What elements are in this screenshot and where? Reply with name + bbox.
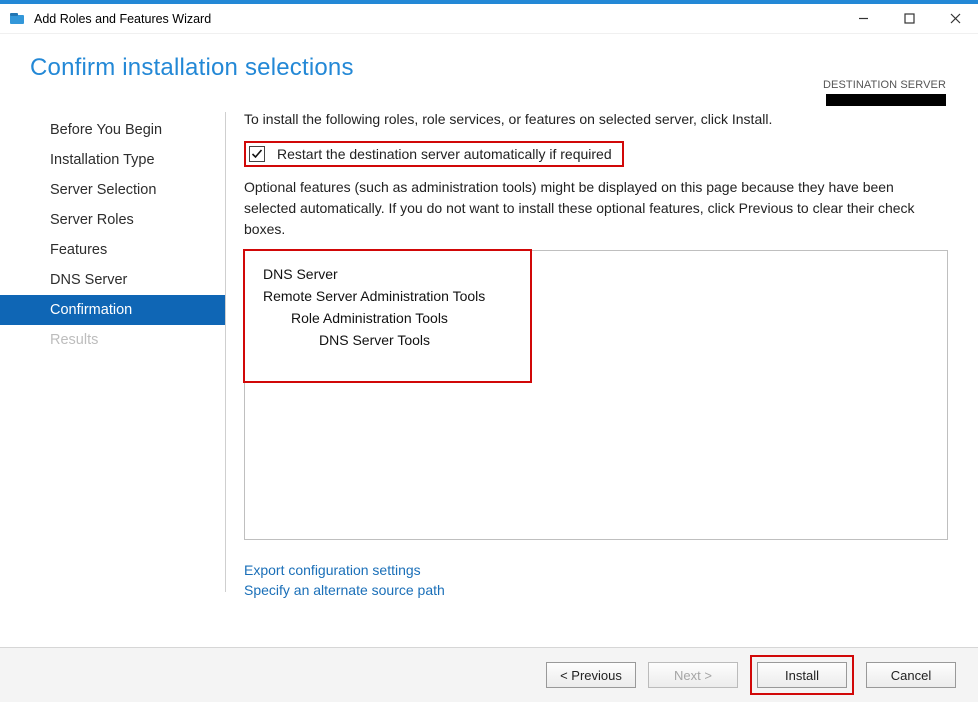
- wizard-footer: < Previous Next > Install Cancel: [0, 647, 978, 702]
- restart-checkbox-label: Restart the destination server automatic…: [277, 146, 612, 162]
- feature-item: Role Administration Tools: [263, 307, 947, 329]
- sidebar-item-dns-server[interactable]: DNS Server: [0, 265, 225, 295]
- selected-features-box: DNS Server Remote Server Administration …: [244, 250, 948, 540]
- restart-checkbox-row[interactable]: Restart the destination server automatic…: [244, 141, 624, 167]
- check-icon: [251, 148, 263, 160]
- sidebar-item-installation-type[interactable]: Installation Type: [0, 145, 225, 175]
- alternate-source-link[interactable]: Specify an alternate source path: [244, 580, 948, 600]
- restart-checkbox[interactable]: [249, 146, 265, 162]
- instruction-text: To install the following roles, role ser…: [244, 111, 948, 127]
- feature-item: Remote Server Administration Tools: [263, 285, 947, 307]
- sidebar-item-confirmation[interactable]: Confirmation: [0, 295, 225, 325]
- destination-server-label: DESTINATION SERVER: [823, 79, 946, 91]
- sidebar-item-results: Results: [0, 325, 225, 355]
- sidebar-item-server-selection[interactable]: Server Selection: [0, 175, 225, 205]
- close-button[interactable]: [932, 4, 978, 34]
- destination-server-block: DESTINATION SERVER: [823, 79, 946, 106]
- next-button: Next >: [648, 662, 738, 688]
- cancel-button[interactable]: Cancel: [866, 662, 956, 688]
- feature-item: DNS Server: [263, 263, 947, 285]
- sidebar-item-features[interactable]: Features: [0, 235, 225, 265]
- previous-button[interactable]: < Previous: [546, 662, 636, 688]
- install-button[interactable]: Install: [757, 662, 847, 688]
- sidebar-item-server-roles[interactable]: Server Roles: [0, 205, 225, 235]
- wizard-sidebar: Before You Begin Installation Type Serve…: [0, 107, 225, 607]
- maximize-button[interactable]: [886, 4, 932, 34]
- destination-server-name-redacted: [826, 94, 946, 106]
- optional-features-note: Optional features (such as administratio…: [244, 177, 948, 240]
- window-title: Add Roles and Features Wizard: [34, 12, 840, 26]
- sidebar-item-before-you-begin[interactable]: Before You Begin: [0, 115, 225, 145]
- page-title: Confirm installation selections: [30, 54, 948, 82]
- app-icon: [8, 10, 26, 28]
- titlebar: Add Roles and Features Wizard: [0, 4, 978, 34]
- minimize-button[interactable]: [840, 4, 886, 34]
- export-config-link[interactable]: Export configuration settings: [244, 560, 948, 580]
- install-highlight: Install: [750, 655, 854, 695]
- feature-item: DNS Server Tools: [263, 329, 947, 351]
